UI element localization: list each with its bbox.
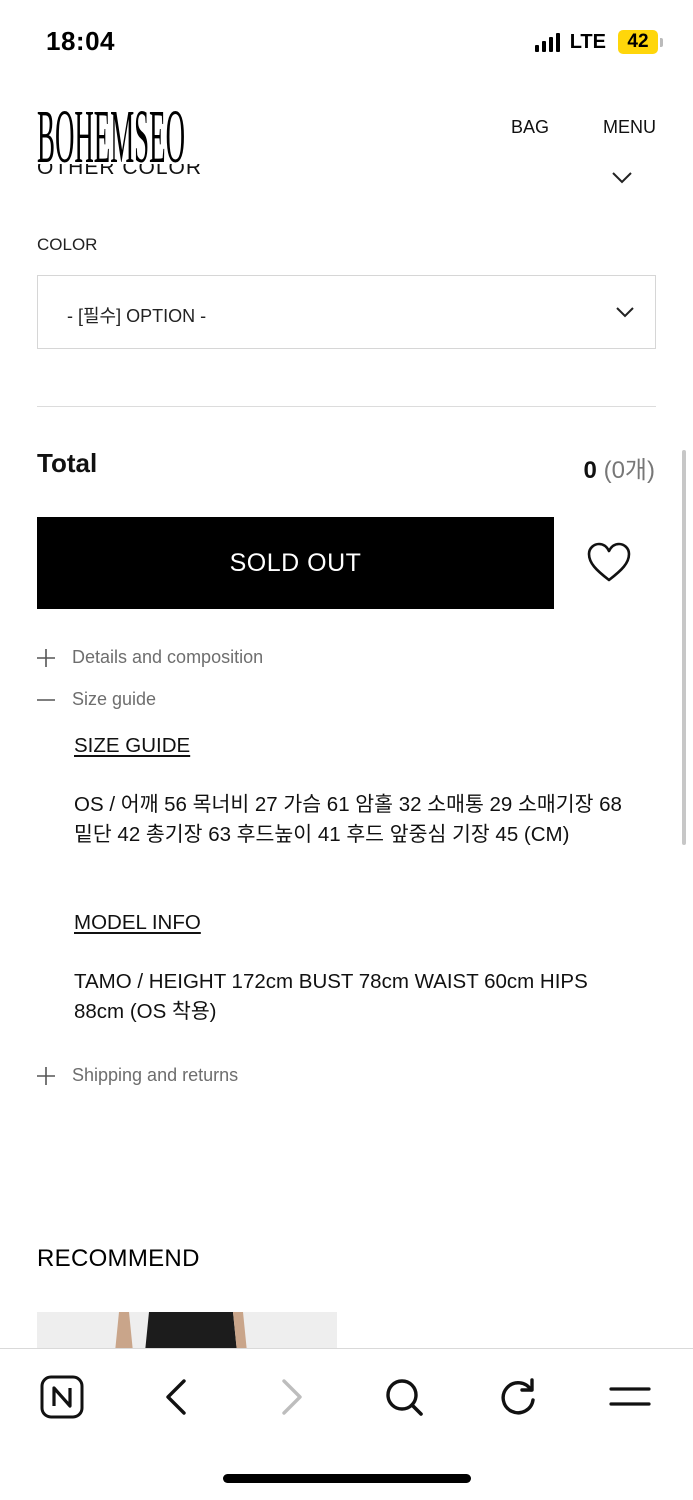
accordion-size-guide[interactable]: Size guide xyxy=(37,689,156,710)
total-label: Total xyxy=(37,448,98,478)
other-color-label: OTHER COLOR xyxy=(37,164,203,179)
total-value: 0 (0개) xyxy=(584,450,655,485)
sold-out-button[interactable]: SOLD OUT xyxy=(37,517,554,609)
recommend-product-image[interactable] xyxy=(37,1312,337,1352)
bag-link[interactable]: BAG xyxy=(511,117,549,138)
network-type: LTE xyxy=(569,30,606,53)
battery-level: 42 xyxy=(618,30,658,54)
home-indicator[interactable] xyxy=(223,1474,471,1483)
status-indicators: LTE 42 xyxy=(534,30,663,54)
chevron-down-icon[interactable] xyxy=(610,170,634,186)
accordion-shipping[interactable]: Shipping and returns xyxy=(37,1065,238,1086)
back-icon[interactable] xyxy=(152,1373,200,1421)
accordion-details[interactable]: Details and composition xyxy=(37,647,263,668)
option-selected-value: - [필수] OPTION - xyxy=(67,306,207,326)
accordion-details-label: Details and composition xyxy=(72,647,264,667)
chevron-down-icon xyxy=(615,305,635,319)
color-option-label: COLOR xyxy=(37,235,98,254)
menu-link[interactable]: MENU xyxy=(603,117,656,138)
battery-icon: 42 xyxy=(618,30,663,54)
plus-icon xyxy=(37,648,55,667)
menu-icon[interactable] xyxy=(606,1373,654,1421)
forward-icon[interactable] xyxy=(268,1373,316,1421)
svg-text:BOHEMSEO: BOHEMSEO xyxy=(37,94,185,168)
color-option-select[interactable]: - [필수] OPTION - xyxy=(37,275,656,349)
size-guide-title: SIZE GUIDE xyxy=(74,734,191,757)
heart-icon[interactable] xyxy=(586,541,632,585)
accordion-size-guide-label: Size guide xyxy=(72,689,157,709)
total-count: (0개) xyxy=(603,457,655,484)
refresh-icon[interactable] xyxy=(494,1373,542,1421)
divider xyxy=(37,406,656,407)
status-time: 18:04 xyxy=(46,26,115,56)
brand-logo[interactable]: BOHEMSEO xyxy=(37,88,187,179)
model-info-text: TAMO / HEIGHT 172cm BUST 78cm WAIST 60cm… xyxy=(74,970,588,1023)
size-guide-measurements: OS / 어깨 56 목너비 27 가슴 61 암홀 32 소매통 29 소매기… xyxy=(74,793,622,846)
total-amount: 0 xyxy=(583,457,597,484)
search-icon[interactable] xyxy=(380,1373,428,1421)
accordion-shipping-label: Shipping and returns xyxy=(72,1065,239,1085)
scrollbar[interactable] xyxy=(682,450,686,845)
model-info-title: MODEL INFO xyxy=(74,911,201,934)
signal-strength-icon xyxy=(534,32,560,52)
naver-home-icon[interactable] xyxy=(38,1373,86,1421)
plus-icon xyxy=(37,1066,55,1085)
minus-icon xyxy=(37,691,55,709)
recommend-title: RECOMMEND xyxy=(37,1245,200,1272)
status-bar: 18:04 LTE 42 xyxy=(0,0,693,80)
